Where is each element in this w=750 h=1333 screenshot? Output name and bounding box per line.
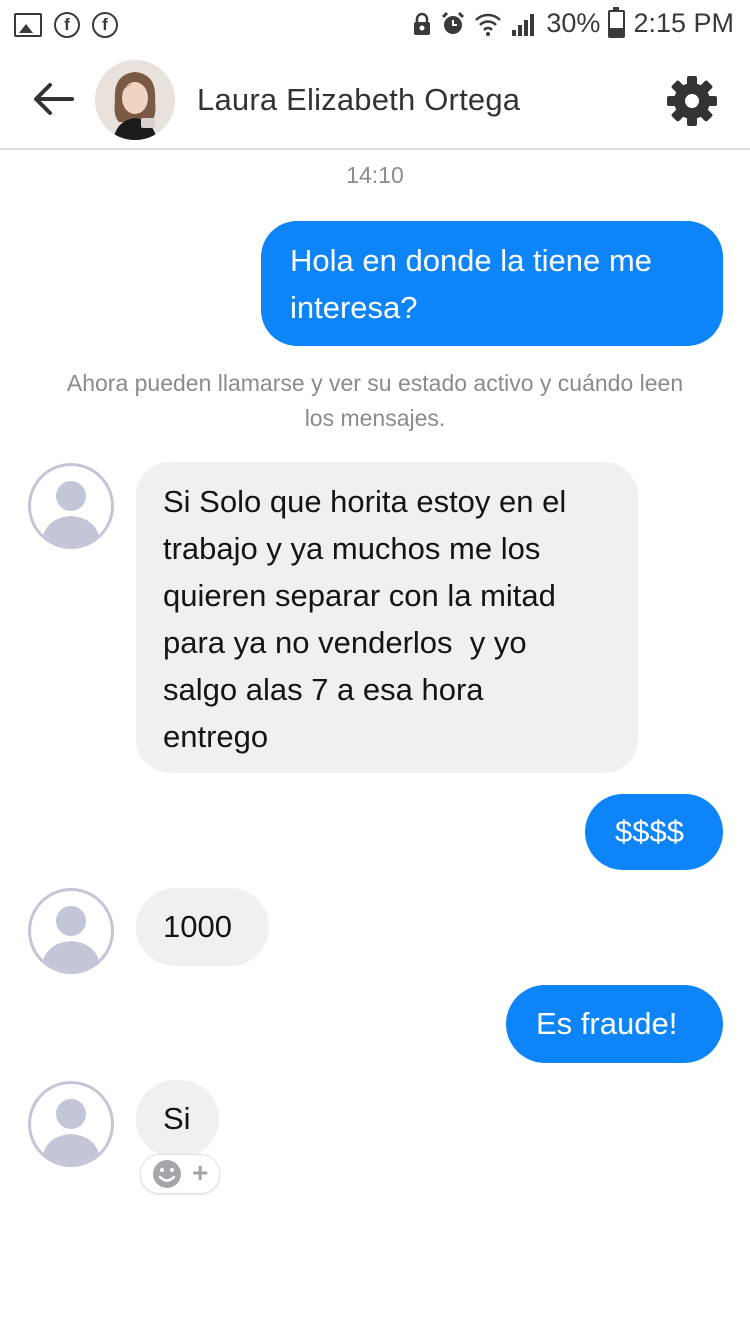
signal-icon: [512, 13, 535, 36]
message-line: Si Solo que horita estoy en el: [163, 484, 567, 519]
sender-avatar[interactable]: [28, 463, 114, 549]
message-line: quieren separar con la mitad: [163, 578, 556, 613]
message-line: 1000: [163, 909, 232, 944]
default-user-icon: [41, 1099, 101, 1164]
message-bubble-incoming[interactable]: Si: [136, 1080, 219, 1158]
conversation-header: Laura Elizabeth Ortega: [0, 52, 750, 150]
sender-avatar[interactable]: [28, 888, 114, 974]
message-line: Es fraude!: [536, 1006, 678, 1041]
facebook-icon: f: [54, 12, 80, 38]
timestamp: 14:10: [346, 162, 404, 188]
wifi-icon: [475, 13, 502, 36]
back-arrow-icon[interactable]: [28, 74, 78, 124]
message-bubble-outgoing[interactable]: $$$$: [585, 794, 723, 870]
message-line: para ya no venderlos y yo: [163, 625, 527, 660]
status-time: 2:15 PM: [633, 8, 734, 38]
sender-avatar[interactable]: [28, 1081, 114, 1167]
default-user-icon: [41, 481, 101, 546]
reaction-plus: +: [192, 1157, 209, 1188]
message-line: $$$$: [615, 814, 684, 849]
default-user-icon: [41, 906, 101, 971]
message-bubble-incoming[interactable]: Si Solo que horita estoy en el trabajo y…: [136, 462, 638, 773]
message-line: interesa?: [290, 290, 418, 325]
battery-percent: 30%: [546, 8, 601, 38]
facebook-icon: f: [92, 12, 118, 38]
contact-photo: [95, 60, 175, 140]
message-line: entrego: [163, 719, 269, 754]
alarm-icon: [442, 11, 465, 34]
system-note: Ahora pueden llamarse y ver su estado ac…: [66, 370, 684, 431]
contact-avatar[interactable]: [95, 60, 175, 140]
gear-icon[interactable]: [665, 74, 719, 128]
message-bubble-outgoing[interactable]: Hola en donde la tiene me interesa?: [261, 221, 723, 346]
lock-icon: [414, 12, 431, 35]
message-line: salgo alas 7 a esa hora: [163, 672, 484, 707]
message-line: Si: [163, 1101, 191, 1136]
message-line: trabajo y ya muchos me los: [163, 531, 541, 566]
status-bar: f f 30% 2:15 PM: [0, 0, 750, 52]
message-line: Hola en donde la tiene me: [290, 243, 652, 278]
message-bubble-outgoing[interactable]: Es fraude!: [506, 985, 723, 1063]
contact-name[interactable]: Laura Elizabeth Ortega: [197, 82, 520, 118]
add-reaction-button[interactable]: +: [140, 1154, 220, 1194]
image-icon: [14, 13, 42, 37]
battery-icon: [608, 6, 626, 38]
message-bubble-incoming[interactable]: 1000: [136, 888, 269, 966]
